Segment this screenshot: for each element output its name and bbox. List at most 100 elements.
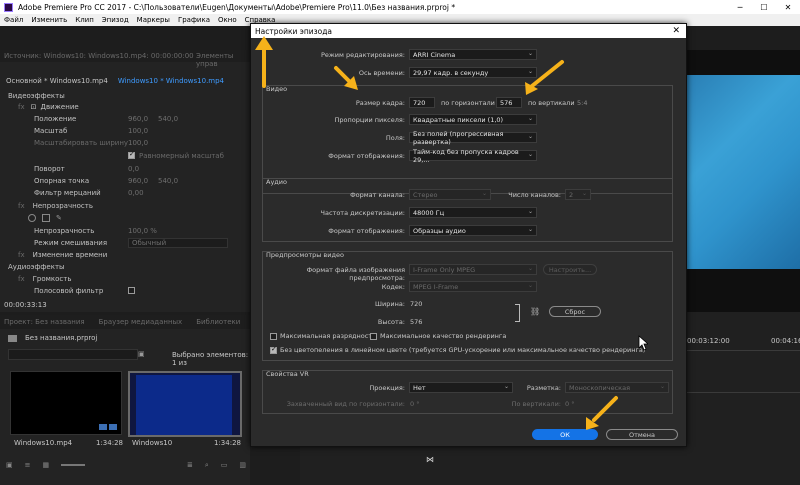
- linear-color-checkbox[interactable]: [270, 345, 277, 354]
- motion-label[interactable]: Движение: [40, 103, 78, 111]
- chevron-down-icon: ⌄: [527, 282, 533, 289]
- sort-icon[interactable]: ≣: [187, 461, 193, 469]
- vertical-label: по вертикали: [528, 99, 575, 107]
- tab-sequence-clip[interactable]: Windows10 * Windows10.mp4: [118, 77, 224, 85]
- flicker-value[interactable]: 0,00: [128, 189, 144, 197]
- fx-badge-icon: fx: [18, 102, 25, 111]
- timeline-marker-icon[interactable]: ⋈: [426, 455, 434, 464]
- minimize-icon[interactable]: ─: [728, 0, 752, 14]
- new-bin-icon[interactable]: ▭: [221, 461, 228, 469]
- audio-format-select[interactable]: Стерео ⌄: [409, 189, 491, 200]
- cancel-button[interactable]: Отмена: [606, 429, 678, 440]
- layout-label: Разметка:: [526, 384, 561, 392]
- projection-select[interactable]: Нет ⌄: [409, 382, 513, 393]
- transform-icon: ⊡: [30, 102, 37, 111]
- chain-link-icon[interactable]: ⛓: [530, 307, 540, 316]
- tab-main-clip[interactable]: Основной * Windows10.mp4: [6, 77, 108, 85]
- program-monitor: [687, 50, 800, 312]
- sample-rate-label: Частота дискретизации:: [320, 209, 405, 217]
- preview-section-heading: Предпросмотры видео: [266, 251, 344, 259]
- sequence-thumbnail[interactable]: [128, 371, 242, 437]
- audio-format-label: Формат канала:: [350, 191, 405, 199]
- search-icon[interactable]: ▣: [138, 350, 145, 358]
- menu-markers[interactable]: Маркеры: [133, 16, 174, 24]
- width-value[interactable]: 720: [410, 300, 422, 308]
- chevron-down-icon: ⌄: [527, 68, 533, 75]
- pen-mask-icon[interactable]: ✎: [56, 214, 62, 222]
- program-preview-image: [687, 75, 800, 269]
- project-search-input[interactable]: [8, 349, 138, 360]
- maximize-icon[interactable]: ☐: [752, 0, 776, 14]
- scale-width-value[interactable]: 100,0: [128, 139, 148, 147]
- menu-file[interactable]: Файл: [0, 16, 27, 24]
- rect-mask-icon[interactable]: [42, 213, 50, 222]
- tab-media-browser[interactable]: Браузер медиаданных: [99, 318, 183, 326]
- clip-duration: 1:34:28: [96, 439, 123, 447]
- codec-value: MPEG I-Frame: [413, 282, 459, 291]
- blend-mode-select[interactable]: Обычный: [128, 237, 228, 248]
- menu-window[interactable]: Окно: [214, 16, 241, 24]
- pixel-aspect-select[interactable]: Квадратные пиксели (1,0) ⌄: [409, 114, 537, 125]
- menu-clip[interactable]: Клип: [71, 16, 98, 24]
- display-format-select[interactable]: Тайм-код без пропуска кадров 29,... ⌄: [409, 148, 537, 164]
- anchor-y[interactable]: 540,0: [158, 177, 178, 185]
- chevron-down-icon: ⌄: [659, 383, 665, 390]
- window-title-bar: Adobe Premiere Pro CC 2017 - C:\Пользова…: [0, 0, 800, 14]
- zoom-slider[interactable]: [61, 464, 85, 466]
- menu-sequence[interactable]: Эпизод: [98, 16, 133, 24]
- rotation-value[interactable]: 0,0: [128, 165, 139, 173]
- timebase-select[interactable]: 29,97 кадр. в секунду ⌄: [409, 67, 537, 78]
- list-view-icon[interactable]: ≡: [25, 461, 31, 469]
- close-window-icon[interactable]: ✕: [776, 0, 800, 14]
- close-icon[interactable]: ✕: [672, 24, 680, 38]
- opacity-group-label[interactable]: Непрозрачность: [33, 202, 93, 210]
- find-icon[interactable]: ⌕: [205, 461, 209, 470]
- projection-value: Нет: [413, 383, 426, 392]
- vertical-fov-value[interactable]: 0 °: [565, 400, 574, 408]
- effect-timecode[interactable]: 00:00:33:13: [4, 301, 47, 309]
- position-x[interactable]: 960,0: [128, 115, 148, 123]
- tab-project[interactable]: Проект: Без названия: [4, 318, 85, 326]
- layout-value: Моноскопическая: [569, 383, 630, 392]
- captured-h-value[interactable]: 0 °: [410, 400, 419, 408]
- opacity-value[interactable]: 100,0 %: [128, 227, 157, 235]
- frame-width-input[interactable]: 720: [409, 97, 435, 108]
- icon-view-icon[interactable]: ▦: [43, 461, 50, 469]
- preview-format-select[interactable]: I-Frame Only MPEG ⌄: [409, 264, 537, 275]
- source-header: Источник: Windows10: Windows10.mp4: 00:0…: [0, 50, 250, 68]
- sample-rate-select[interactable]: 48000 Гц ⌄: [409, 207, 537, 218]
- position-y[interactable]: 540,0: [158, 115, 178, 123]
- menu-graphics[interactable]: Графика: [174, 16, 214, 24]
- height-value[interactable]: 576: [410, 318, 422, 326]
- layout-select[interactable]: Моноскопическая ⌄: [565, 382, 669, 393]
- anchor-x[interactable]: 960,0: [128, 177, 148, 185]
- edit-mode-select[interactable]: ARRI Cinema ⌄: [409, 49, 537, 60]
- tab-libraries[interactable]: Библиотеки: [196, 318, 240, 326]
- uniform-scale-checkbox[interactable]: [128, 150, 135, 159]
- blend-mode-label: Режим смешивания: [34, 238, 108, 247]
- frame-height-input[interactable]: 576: [496, 97, 522, 108]
- lock-icon[interactable]: ▣: [6, 461, 13, 469]
- channels-select[interactable]: 2 ⌄: [565, 189, 591, 200]
- band-filter-checkbox[interactable]: [128, 287, 135, 294]
- ellipse-mask-icon[interactable]: [28, 213, 36, 222]
- effect-controls-tab[interactable]: Элементы управ: [196, 52, 250, 68]
- time-remap-label[interactable]: Изменение времени: [33, 251, 108, 259]
- clip-thumbnail[interactable]: [10, 371, 122, 435]
- reset-button[interactable]: Сброс: [549, 306, 601, 317]
- max-depth-checkbox[interactable]: [270, 333, 277, 340]
- band-filter-label: Полосовой фильтр: [34, 286, 104, 295]
- ok-button[interactable]: ОК: [532, 429, 598, 440]
- max-quality-checkbox[interactable]: [370, 333, 377, 340]
- audio-display-select[interactable]: Образцы аудио ⌄: [409, 225, 537, 236]
- audio-section-heading: Аудио: [266, 178, 287, 186]
- volume-label[interactable]: Громкость: [33, 275, 72, 283]
- fields-select[interactable]: Без полей (прогрессивная развертка) ⌄: [409, 130, 537, 146]
- codec-select[interactable]: MPEG I-Frame ⌄: [409, 281, 537, 292]
- configure-button[interactable]: Настроить...: [543, 264, 597, 275]
- frame-size-label: Размер кадра:: [355, 99, 405, 107]
- delete-icon[interactable]: ▥: [239, 461, 246, 469]
- scale-value[interactable]: 100,0: [128, 127, 148, 135]
- menu-edit[interactable]: Изменить: [27, 16, 71, 24]
- dialog-title-bar: Настройки эпизода: [251, 24, 686, 38]
